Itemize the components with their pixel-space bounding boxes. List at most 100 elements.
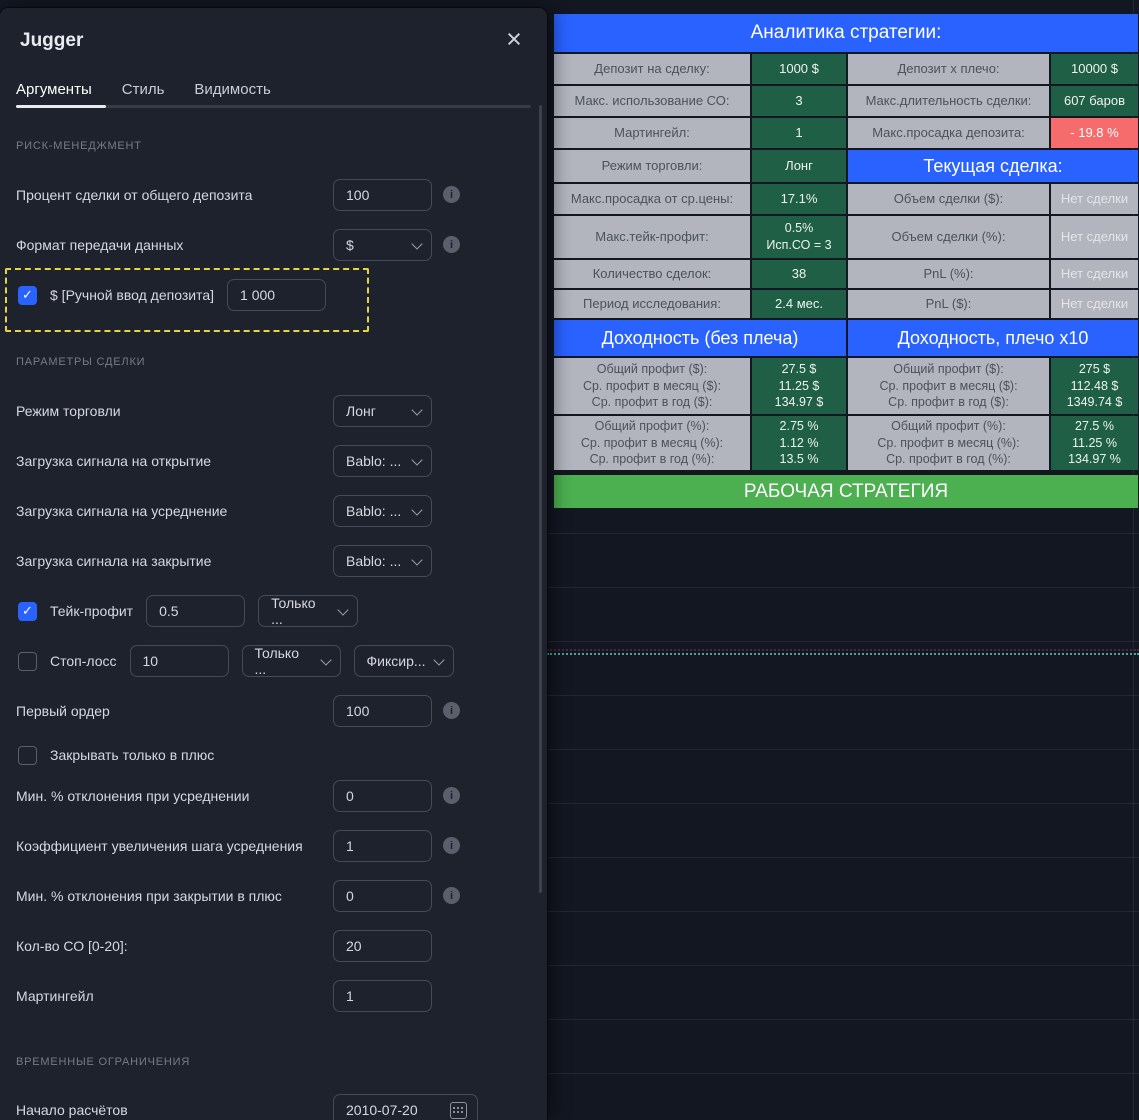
- settings-dialog: Jugger × Аргументы Стиль Видимость РИСК-…: [0, 8, 547, 1120]
- field-label: Мартингейл: [16, 988, 94, 1004]
- info-icon[interactable]: i: [443, 702, 460, 719]
- table-row: Количество сделок: 38 PnL (%): Нет сделк…: [554, 260, 1138, 288]
- field-row-min-dev-close: Мин. % отклонения при закрытии в плюс i: [16, 880, 460, 912]
- field-row-avg-step-coef: Коэффициент увеличения шага усреднения i: [16, 830, 460, 862]
- first-order-input[interactable]: [333, 695, 432, 727]
- table-row: Общий профит ($): Ср. профит в месяц ($)…: [554, 358, 1138, 414]
- chevron-down-icon: [411, 403, 423, 416]
- section-time-limits: ВРЕМЕННЫЕ ОГРАНИЧЕНИЯ: [16, 1056, 191, 1068]
- field-label: Формат передачи данных: [16, 237, 184, 253]
- table-row: Макс. использование СО: 3 Макс.длительно…: [554, 86, 1138, 116]
- table-cell-no-trade: Нет сделки: [1051, 216, 1138, 258]
- select-value: Только ...: [254, 645, 299, 677]
- signal-avg-select[interactable]: Bablo: ...: [333, 495, 432, 527]
- field-row-data-format: Формат передачи данных $ i: [16, 229, 460, 261]
- table-cell-label: PnL ($):: [848, 290, 1049, 318]
- dialog-scrollbar[interactable]: [539, 105, 542, 893]
- field-row-stop-loss: Стоп-лосс Только ... Фиксир...: [18, 645, 454, 677]
- table-cell-label: Макс. использование СО:: [554, 86, 750, 116]
- table-row: Макс.тейк-профит: 0.5% Исп.СО = 3 Объем …: [554, 216, 1138, 258]
- field-label: Процент сделки от общего депозита: [16, 187, 253, 203]
- chart-dotted-line: [547, 653, 1139, 655]
- so-count-input[interactable]: [333, 930, 432, 962]
- stop-loss-type-select[interactable]: Фиксир...: [353, 645, 454, 677]
- percent-of-deposit-input[interactable]: [333, 179, 432, 211]
- chevron-down-icon: [337, 603, 349, 616]
- field-row-first-order: Первый ордер i: [16, 695, 460, 727]
- avg-step-coef-input[interactable]: [333, 830, 432, 862]
- table-cell-value: 0.5% Исп.СО = 3: [752, 216, 846, 258]
- min-dev-avg-input[interactable]: [333, 780, 432, 812]
- select-value: Bablo: ...: [346, 453, 402, 469]
- data-format-select[interactable]: $: [333, 229, 432, 261]
- min-dev-close-input[interactable]: [333, 880, 432, 912]
- tabbar-divider: [16, 105, 531, 108]
- manual-deposit-highlight: [5, 268, 369, 332]
- field-label: Закрывать только в плюс: [50, 747, 215, 763]
- select-value: Лонг: [346, 403, 376, 419]
- profit-pct-leveraged: 27.5 % 11.25 % 134.97 %: [1051, 416, 1138, 470]
- take-profit-input[interactable]: [146, 595, 246, 627]
- table-cell-label: Макс.длительность сделки:: [848, 86, 1049, 116]
- info-icon[interactable]: i: [443, 837, 460, 854]
- stop-loss-input[interactable]: [129, 645, 229, 677]
- take-profit-checkbox[interactable]: ✓: [18, 601, 37, 621]
- select-value: Только ...: [271, 595, 316, 627]
- calendar-icon: [450, 1101, 467, 1119]
- info-icon[interactable]: i: [443, 236, 460, 253]
- table-cell-label: Количество сделок:: [554, 260, 750, 288]
- profit-usd-labels: Общий профит ($): Ср. профит в месяц ($)…: [848, 358, 1049, 414]
- table-cell-value: 1000 $: [752, 54, 846, 84]
- stop-loss-mode-select[interactable]: Только ...: [241, 645, 341, 677]
- field-label: Режим торговли: [16, 403, 121, 419]
- chart-gridlines: [547, 533, 1139, 1120]
- table-cell-value: Лонг: [752, 150, 846, 182]
- field-label: Стоп-лосс: [50, 653, 117, 669]
- table-cell-value: 1: [752, 118, 846, 148]
- info-icon[interactable]: i: [443, 887, 460, 904]
- martingale-input[interactable]: [333, 980, 432, 1012]
- table-cell-label: Макс.тейк-профит:: [554, 216, 750, 258]
- select-value: $: [346, 237, 354, 253]
- chevron-down-icon: [411, 453, 423, 466]
- tab-style[interactable]: Стиль: [122, 77, 165, 102]
- close-icon[interactable]: ×: [499, 24, 529, 54]
- table-cell-label: Депозит х плечо:: [848, 54, 1049, 84]
- tab-arguments[interactable]: Аргументы: [16, 77, 92, 102]
- profit-header-base: Доходность (без плеча): [554, 320, 846, 356]
- table-cell-label: PnL (%):: [848, 260, 1049, 288]
- calc-start-date-input[interactable]: 2010-07-20: [333, 1094, 478, 1120]
- stop-loss-checkbox[interactable]: [18, 651, 37, 671]
- close-plus-only-checkbox[interactable]: [18, 745, 37, 765]
- signal-open-select[interactable]: Bablo: ...: [333, 445, 432, 477]
- field-label: Первый ордер: [16, 703, 110, 719]
- chevron-down-icon: [319, 653, 332, 666]
- field-row-min-dev-avg: Мин. % отклонения при усреднении i: [16, 780, 460, 812]
- chevron-down-icon: [432, 653, 445, 666]
- tab-visibility[interactable]: Видимость: [194, 77, 270, 102]
- field-row-trade-mode: Режим торговли Лонг: [16, 395, 432, 427]
- field-row-signal-open: Загрузка сигнала на открытие Bablo: ...: [16, 445, 432, 477]
- calc-start-value: 2010-07-20: [346, 1102, 418, 1118]
- profit-usd-leveraged: 275 $ 112.48 $ 1349.74 $: [1051, 358, 1138, 414]
- field-label: Загрузка сигнала на закрытие: [16, 553, 212, 569]
- table-cell-value: 2.4 мес.: [752, 290, 846, 318]
- table-cell-value: 17.1%: [752, 184, 846, 214]
- table-cell-label: Объем сделки (%):: [848, 216, 1049, 258]
- field-label: Загрузка сигнала на усреднение: [16, 503, 228, 519]
- table-cell-value: 607 баров: [1051, 86, 1138, 116]
- trade-mode-select[interactable]: Лонг: [333, 395, 432, 427]
- field-row-percent-of-deposit: Процент сделки от общего депозита i: [16, 179, 460, 211]
- info-icon[interactable]: i: [443, 787, 460, 804]
- table-cell-no-trade: Нет сделки: [1051, 260, 1138, 288]
- info-icon[interactable]: i: [443, 186, 460, 203]
- strategy-analytics-table: Аналитика стратегии: Депозит на сделку: …: [554, 14, 1138, 510]
- section-trade-params: ПАРАМЕТРЫ СДЕЛКИ: [16, 356, 146, 368]
- signal-close-select[interactable]: Bablo: ...: [333, 545, 432, 577]
- table-row: Режим торговли: Лонг Текущая сделка:: [554, 150, 1138, 182]
- take-profit-mode-select[interactable]: Только ...: [258, 595, 359, 627]
- table-cell-value: 10000 $: [1051, 54, 1138, 84]
- field-label: Мин. % отклонения при закрытии в плюс: [16, 888, 282, 904]
- table-cell-label: Период исследования:: [554, 290, 750, 318]
- profit-header-leveraged: Доходность, плечо х10: [848, 320, 1138, 356]
